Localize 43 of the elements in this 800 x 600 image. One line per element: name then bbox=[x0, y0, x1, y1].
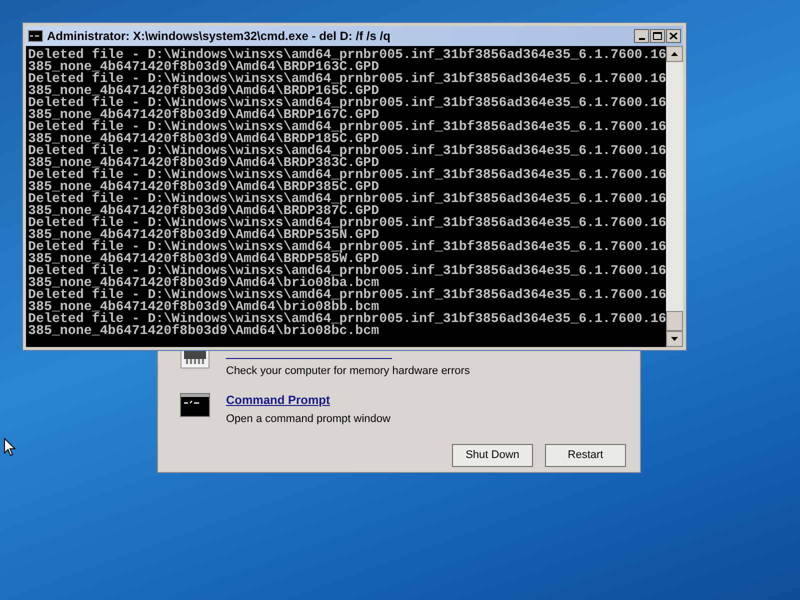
console-line: Deleted file - D:\Windows\winsxs\amd64_prnbr005.inf_31bf3856ad364e35_6.1.7600.16 bbox=[28, 73, 666, 85]
maximize-button[interactable] bbox=[650, 29, 665, 43]
dialog-button[interactable]: Shut Down bbox=[452, 444, 533, 467]
console-line: 385_none_4b6471420f8b03d9\Amd64\BRDP165C.GPD bbox=[28, 85, 380, 97]
console-line: Deleted file - D:\Windows\winsxs\amd64_prnbr005.inf_31bf3856ad364e35_6.1.7600.16 bbox=[28, 289, 666, 301]
down-arrow-icon bbox=[671, 337, 678, 341]
console-line: Deleted file - D:\Windows\winsxs\amd64_prnbr005.inf_31bf3856ad364e35_6.1.7600.16 bbox=[28, 169, 666, 181]
tool-description: Open a command prompt window bbox=[226, 413, 390, 426]
console-line: Deleted file - D:\Windows\winsxs\amd64_prnbr005.inf_31bf3856ad364e35_6.1.7600.16 bbox=[28, 97, 666, 109]
console-line: 385_none_4b6471420f8b03d9\Amd64\BRDP185C.GPD bbox=[28, 133, 380, 145]
console-line: 385_none_4b6471420f8b03d9\Amd64\brio08bb.bcm bbox=[28, 301, 380, 313]
scroll-down-button[interactable] bbox=[666, 331, 683, 347]
console-line: Deleted file - D:\Windows\winsxs\amd64_prnbr005.inf_31bf3856ad364e35_6.1.7600.16 bbox=[28, 145, 666, 157]
console-line: Deleted file - D:\Windows\winsxs\amd64_prnbr005.inf_31bf3856ad364e35_6.1.7600.16 bbox=[28, 265, 666, 277]
console-line: Deleted file - D:\Windows\winsxs\amd64_prnbr005.inf_31bf3856ad364e35_6.1.7600.16 bbox=[28, 241, 666, 253]
mouse-pointer-icon bbox=[4, 438, 16, 457]
console-line: 385_none_4b6471420f8b03d9\Amd64\brio08ba.bcm bbox=[28, 277, 380, 289]
minimize-button[interactable] bbox=[634, 29, 649, 43]
scroll-up-button[interactable] bbox=[666, 46, 683, 62]
console-line: 385_none_4b6471420f8b03d9\Amd64\BRDP535N.GPD bbox=[28, 229, 380, 241]
close-button[interactable] bbox=[666, 29, 681, 43]
console-line: Deleted file - D:\Windows\winsxs\amd64_prnbr005.inf_31bf3856ad364e35_6.1.7600.16 bbox=[28, 313, 666, 325]
console-line: 385_none_4b6471420f8b03d9\Amd64\BRDP383C.GPD bbox=[28, 157, 380, 169]
console-line: 385_none_4b6471420f8b03d9\Amd64\BRDP387C.GPD bbox=[28, 205, 380, 217]
console-line: 385_none_4b6471420f8b03d9\Amd64\BRDP167C.GPD bbox=[28, 109, 380, 121]
console-line: 385_none_4b6471420f8b03d9\Amd64\BRDP163C.GPD bbox=[28, 61, 380, 73]
console-line: Deleted file - D:\Windows\winsxs\amd64_prnbr005.inf_31bf3856ad364e35_6.1.7600.16 bbox=[28, 193, 666, 205]
console-line: 385_none_4b6471420f8b03d9\Amd64\BRDP385C.GPD bbox=[28, 181, 380, 193]
console-line: 385_none_4b6471420f8b03d9\Amd64\BRDP585W.GPD bbox=[28, 253, 380, 265]
scroll-thumb[interactable] bbox=[666, 311, 683, 331]
console-icon bbox=[180, 393, 210, 417]
dialog-button[interactable]: Restart bbox=[545, 444, 626, 467]
console-line: Deleted file - D:\Windows\winsxs\amd64_prnbr005.inf_31bf3856ad364e35_6.1.7600.16 bbox=[28, 217, 666, 229]
console-line: Deleted file - D:\Windows\winsxs\amd64_prnbr005.inf_31bf3856ad364e35_6.1.7600.16 bbox=[28, 121, 666, 133]
close-icon bbox=[669, 32, 678, 40]
console-line: Deleted file - D:\Windows\winsxs\amd64_prnbr005.inf_31bf3856ad364e35_6.1.7600.16 bbox=[28, 49, 666, 61]
scrollbar[interactable] bbox=[666, 46, 683, 347]
up-arrow-icon bbox=[671, 52, 678, 56]
console-line: 385_none_4b6471420f8b03d9\Amd64\brio08bc.bcm bbox=[28, 325, 380, 337]
window-title: Administrator: X:\windows\system32\cmd.exe - del D: /f /s /q bbox=[47, 28, 392, 45]
tool-description: Check your computer for memory hardware errors bbox=[226, 365, 470, 378]
console-icon bbox=[28, 30, 43, 42]
tool-link[interactable]: Command Prompt bbox=[226, 393, 390, 407]
